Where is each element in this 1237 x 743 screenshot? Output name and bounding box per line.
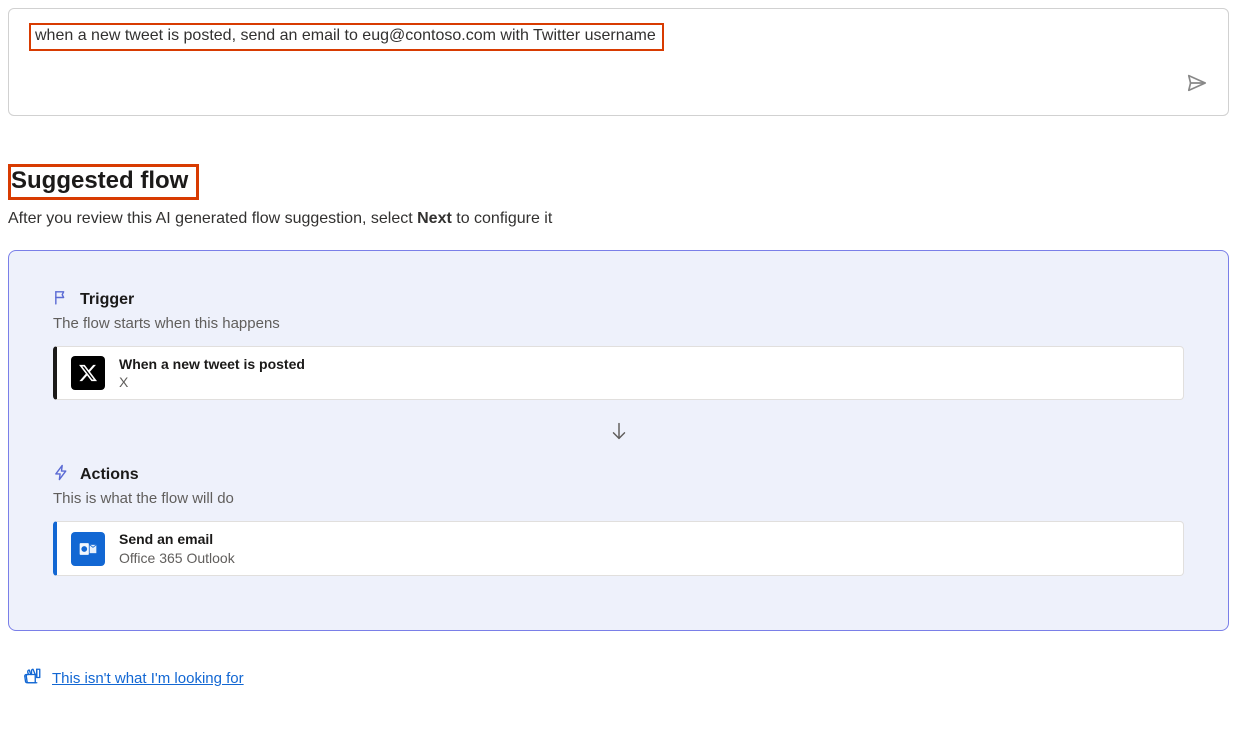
send-icon[interactable] <box>1186 72 1208 99</box>
trigger-step-title: When a new tweet is posted <box>119 355 305 373</box>
thumbs-down-icon[interactable] <box>24 667 42 690</box>
outlook-icon <box>71 532 105 566</box>
flag-icon <box>53 289 70 311</box>
prompt-input-box[interactable]: when a new tweet is posted, send an emai… <box>8 8 1229 116</box>
trigger-step-card[interactable]: When a new tweet is posted X <box>53 346 1184 400</box>
prompt-highlight-box: when a new tweet is posted, send an emai… <box>29 23 664 51</box>
suggested-flow-heading: Suggested flow <box>11 167 188 195</box>
subtext-prefix: After you review this AI generated flow … <box>8 210 417 227</box>
trigger-step-text: When a new tweet is posted X <box>119 355 305 391</box>
bolt-icon <box>53 464 70 486</box>
action-step-card[interactable]: Send an email Office 365 Outlook <box>53 521 1184 575</box>
subtext-bold: Next <box>417 210 452 227</box>
trigger-desc: The flow starts when this happens <box>53 315 1184 332</box>
actions-header: Actions <box>53 464 1184 486</box>
actions-desc: This is what the flow will do <box>53 490 1184 507</box>
action-step-sub: Office 365 Outlook <box>119 549 235 567</box>
trigger-label: Trigger <box>80 291 134 309</box>
action-step-title: Send an email <box>119 530 235 548</box>
action-step-text: Send an email Office 365 Outlook <box>119 530 235 566</box>
suggested-flow-subtext: After you review this AI generated flow … <box>8 210 1229 228</box>
feedback-link[interactable]: This isn't what I'm looking for <box>52 670 244 687</box>
prompt-text: when a new tweet is posted, send an emai… <box>35 27 656 44</box>
suggested-flow-highlight: Suggested flow <box>8 164 199 200</box>
flow-card: Trigger The flow starts when this happen… <box>8 250 1229 631</box>
arrow-down-icon <box>53 420 1184 442</box>
trigger-step-sub: X <box>119 373 305 391</box>
x-twitter-icon <box>71 356 105 390</box>
trigger-header: Trigger <box>53 289 1184 311</box>
feedback-row: This isn't what I'm looking for <box>24 667 1229 690</box>
subtext-suffix: to configure it <box>452 210 553 227</box>
actions-label: Actions <box>80 466 139 484</box>
